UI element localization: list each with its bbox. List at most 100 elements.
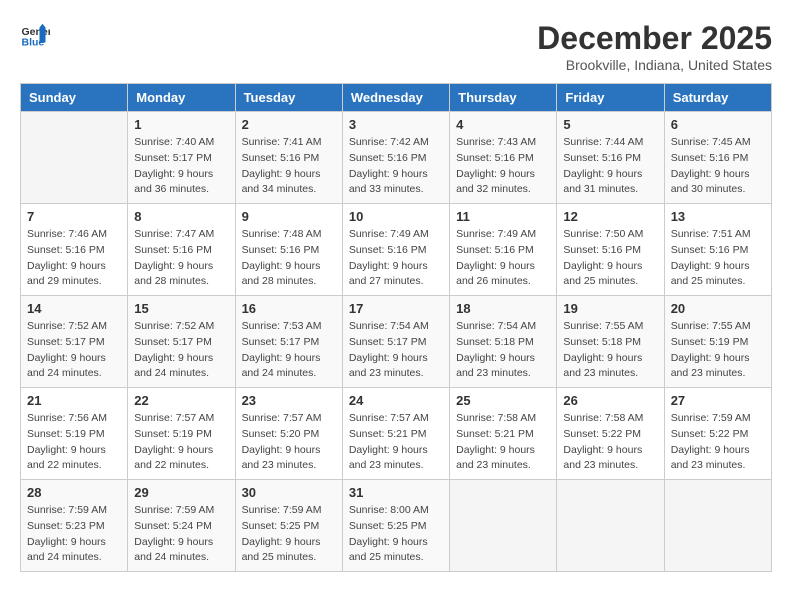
day-number: 1 — [134, 117, 228, 132]
cell-info: Sunrise: 7:46 AMSunset: 5:16 PMDaylight:… — [27, 227, 121, 290]
day-number: 7 — [27, 209, 121, 224]
day-number: 27 — [671, 393, 765, 408]
cell-info: Sunrise: 7:42 AMSunset: 5:16 PMDaylight:… — [349, 135, 443, 198]
cell-info: Sunrise: 7:43 AMSunset: 5:16 PMDaylight:… — [456, 135, 550, 198]
day-number: 23 — [242, 393, 336, 408]
calendar-cell: 13Sunrise: 7:51 AMSunset: 5:16 PMDayligh… — [664, 204, 771, 296]
calendar-cell: 11 Sunrise: 7:49 AMSunset: 5:16 PMDayligh… — [450, 204, 557, 296]
calendar-week-4: 21 Sunrise: 7:56 AMSunset: 5:19 PMDayligh… — [21, 388, 772, 480]
cell-info: Sunrise: 7:49 AMSunset: 5:16 PMDaylight:… — [456, 227, 550, 290]
calendar-cell: 20Sunrise: 7:55 AMSunset: 5:19 PMDayligh… — [664, 296, 771, 388]
cell-info: Sunrise: 7:59 AMSunset: 5:23 PMDaylight:… — [27, 503, 121, 566]
day-header-saturday: Saturday — [664, 84, 771, 112]
day-number: 17 — [349, 301, 443, 316]
calendar-cell: 15 Sunrise: 7:52 AMSunset: 5:17 PMDayligh… — [128, 296, 235, 388]
calendar-cell: 3 Sunrise: 7:42 AMSunset: 5:16 PMDaylight… — [342, 112, 449, 204]
cell-info: Sunrise: 7:55 AMSunset: 5:19 PMDaylight:… — [671, 319, 765, 382]
calendar-week-3: 14Sunrise: 7:52 AMSunset: 5:17 PMDayligh… — [21, 296, 772, 388]
calendar-cell: 17 Sunrise: 7:54 AMSunset: 5:17 PMDayligh… — [342, 296, 449, 388]
day-header-friday: Friday — [557, 84, 664, 112]
day-number: 11 — [456, 209, 550, 224]
calendar-cell — [664, 480, 771, 572]
cell-info: Sunrise: 7:52 AMSunset: 5:17 PMDaylight:… — [134, 319, 228, 382]
calendar-cell: 22Sunrise: 7:57 AMSunset: 5:19 PMDayligh… — [128, 388, 235, 480]
calendar-cell: 14Sunrise: 7:52 AMSunset: 5:17 PMDayligh… — [21, 296, 128, 388]
calendar-cell: 8 Sunrise: 7:47 AMSunset: 5:16 PMDaylight… — [128, 204, 235, 296]
logo-icon: General Blue — [20, 20, 50, 50]
cell-info: Sunrise: 7:49 AMSunset: 5:16 PMDaylight:… — [349, 227, 443, 290]
calendar-cell: 27 Sunrise: 7:59 AMSunset: 5:22 PMDayligh… — [664, 388, 771, 480]
calendar-cell: 21 Sunrise: 7:56 AMSunset: 5:19 PMDayligh… — [21, 388, 128, 480]
day-header-tuesday: Tuesday — [235, 84, 342, 112]
calendar-cell: 5 Sunrise: 7:44 AMSunset: 5:16 PMDaylight… — [557, 112, 664, 204]
cell-info: Sunrise: 8:00 AMSunset: 5:25 PMDaylight:… — [349, 503, 443, 566]
day-number: 10 — [349, 209, 443, 224]
day-number: 15 — [134, 301, 228, 316]
day-number: 25 — [456, 393, 550, 408]
calendar-table: SundayMondayTuesdayWednesdayThursdayFrid… — [20, 83, 772, 572]
calendar-cell: 25Sunrise: 7:58 AMSunset: 5:21 PMDayligh… — [450, 388, 557, 480]
day-number: 26 — [563, 393, 657, 408]
calendar-cell: 18 Sunrise: 7:54 AMSunset: 5:18 PMDayligh… — [450, 296, 557, 388]
day-number: 4 — [456, 117, 550, 132]
cell-info: Sunrise: 7:57 AMSunset: 5:20 PMDaylight:… — [242, 411, 336, 474]
cell-info: Sunrise: 7:52 AMSunset: 5:17 PMDaylight:… — [27, 319, 121, 382]
day-number: 8 — [134, 209, 228, 224]
calendar-cell: 1Sunrise: 7:40 AMSunset: 5:17 PMDaylight… — [128, 112, 235, 204]
cell-info: Sunrise: 7:58 AMSunset: 5:22 PMDaylight:… — [563, 411, 657, 474]
day-header-thursday: Thursday — [450, 84, 557, 112]
calendar-cell: 29 Sunrise: 7:59 AMSunset: 5:24 PMDayligh… — [128, 480, 235, 572]
day-number: 18 — [456, 301, 550, 316]
cell-info: Sunrise: 7:51 AMSunset: 5:16 PMDaylight:… — [671, 227, 765, 290]
cell-info: Sunrise: 7:54 AMSunset: 5:17 PMDaylight:… — [349, 319, 443, 382]
calendar-cell: 23 Sunrise: 7:57 AMSunset: 5:20 PMDayligh… — [235, 388, 342, 480]
day-number: 6 — [671, 117, 765, 132]
day-number: 3 — [349, 117, 443, 132]
day-number: 2 — [242, 117, 336, 132]
cell-info: Sunrise: 7:59 AMSunset: 5:22 PMDaylight:… — [671, 411, 765, 474]
calendar-cell — [21, 112, 128, 204]
cell-info: Sunrise: 7:54 AMSunset: 5:18 PMDaylight:… — [456, 319, 550, 382]
cell-info: Sunrise: 7:48 AMSunset: 5:16 PMDaylight:… — [242, 227, 336, 290]
calendar-cell: 26 Sunrise: 7:58 AMSunset: 5:22 PMDayligh… — [557, 388, 664, 480]
cell-info: Sunrise: 7:56 AMSunset: 5:19 PMDaylight:… — [27, 411, 121, 474]
day-number: 5 — [563, 117, 657, 132]
day-header-monday: Monday — [128, 84, 235, 112]
calendar-cell: 28 Sunrise: 7:59 AMSunset: 5:23 PMDayligh… — [21, 480, 128, 572]
calendar-cell: 7 Sunrise: 7:46 AMSunset: 5:16 PMDaylight… — [21, 204, 128, 296]
day-number: 19 — [563, 301, 657, 316]
cell-info: Sunrise: 7:41 AMSunset: 5:16 PMDaylight:… — [242, 135, 336, 198]
day-header-wednesday: Wednesday — [342, 84, 449, 112]
cell-info: Sunrise: 7:55 AMSunset: 5:18 PMDaylight:… — [563, 319, 657, 382]
cell-info: Sunrise: 7:45 AMSunset: 5:16 PMDaylight:… — [671, 135, 765, 198]
calendar-cell — [450, 480, 557, 572]
cell-info: Sunrise: 7:44 AMSunset: 5:16 PMDaylight:… — [563, 135, 657, 198]
calendar-cell: 6 Sunrise: 7:45 AMSunset: 5:16 PMDaylight… — [664, 112, 771, 204]
calendar-cell: 12 Sunrise: 7:50 AMSunset: 5:16 PMDayligh… — [557, 204, 664, 296]
cell-info: Sunrise: 7:50 AMSunset: 5:16 PMDaylight:… — [563, 227, 657, 290]
calendar-cell: 2 Sunrise: 7:41 AMSunset: 5:16 PMDaylight… — [235, 112, 342, 204]
day-number: 9 — [242, 209, 336, 224]
day-number: 31 — [349, 485, 443, 500]
calendar-body: 1Sunrise: 7:40 AMSunset: 5:17 PMDaylight… — [21, 112, 772, 572]
calendar-cell: 10 Sunrise: 7:49 AMSunset: 5:16 PMDayligh… — [342, 204, 449, 296]
calendar-cell: 30Sunrise: 7:59 AMSunset: 5:25 PMDayligh… — [235, 480, 342, 572]
day-number: 28 — [27, 485, 121, 500]
day-number: 12 — [563, 209, 657, 224]
day-number: 24 — [349, 393, 443, 408]
day-number: 16 — [242, 301, 336, 316]
cell-info: Sunrise: 7:59 AMSunset: 5:24 PMDaylight:… — [134, 503, 228, 566]
title-area: December 2025 Brookville, Indiana, Unite… — [537, 20, 772, 73]
calendar-cell: 9 Sunrise: 7:48 AMSunset: 5:16 PMDaylight… — [235, 204, 342, 296]
calendar-week-2: 7 Sunrise: 7:46 AMSunset: 5:16 PMDaylight… — [21, 204, 772, 296]
logo: General Blue — [20, 20, 50, 50]
day-number: 30 — [242, 485, 336, 500]
day-number: 22 — [134, 393, 228, 408]
day-number: 21 — [27, 393, 121, 408]
month-year-title: December 2025 — [537, 20, 772, 57]
cell-info: Sunrise: 7:47 AMSunset: 5:16 PMDaylight:… — [134, 227, 228, 290]
cell-info: Sunrise: 7:57 AMSunset: 5:21 PMDaylight:… — [349, 411, 443, 474]
calendar-cell — [557, 480, 664, 572]
day-number: 29 — [134, 485, 228, 500]
calendar-week-1: 1Sunrise: 7:40 AMSunset: 5:17 PMDaylight… — [21, 112, 772, 204]
